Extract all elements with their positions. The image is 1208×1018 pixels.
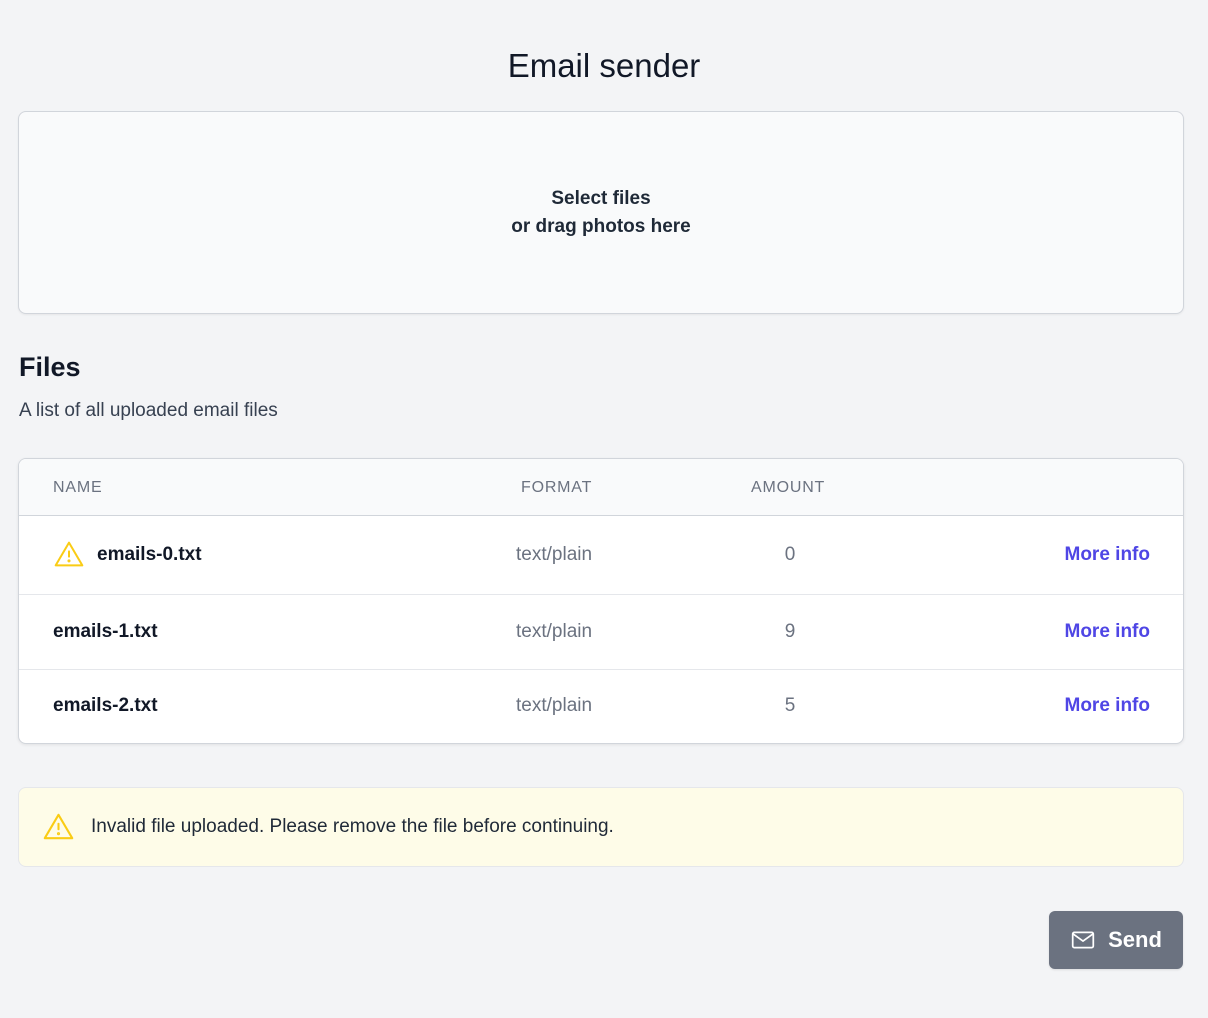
dropzone-select-files-text[interactable]: Select files: [551, 185, 650, 213]
more-info-link[interactable]: More info: [1065, 543, 1151, 567]
envelope-icon: [1070, 927, 1096, 953]
more-info-link[interactable]: More info: [1065, 620, 1151, 644]
send-button-label: Send: [1108, 927, 1162, 952]
file-name: emails-2.txt: [53, 695, 158, 716]
page-title: Email sender: [507, 47, 701, 84]
files-subtitle: A list of all uploaded email files: [19, 400, 278, 421]
alert-message: Invalid file uploaded. Please remove the…: [91, 816, 614, 837]
dropzone-drag-text: or drag photos here: [511, 215, 691, 237]
column-header-amount: AMOUNT: [751, 479, 826, 496]
column-header-format: FORMAT: [521, 479, 593, 496]
file-format: text/plain: [516, 621, 593, 642]
file-amount: 9: [784, 621, 796, 642]
file-amount: 5: [784, 695, 796, 716]
table-row: emails-1.txt text/plain 9 More info: [19, 595, 1183, 670]
file-format: text/plain: [516, 544, 593, 565]
file-format: text/plain: [516, 695, 593, 716]
warning-triangle-icon: [42, 810, 75, 843]
file-amount: 0: [784, 544, 796, 565]
files-table: NAME FORMAT AMOUNT emails-0.txt text/pla…: [18, 458, 1184, 744]
file-name: emails-0.txt: [97, 544, 202, 565]
table-row: emails-2.txt text/plain 5 More info: [19, 670, 1183, 743]
file-dropzone[interactable]: Select files or drag photos here: [18, 111, 1184, 314]
files-heading: Files: [19, 352, 81, 382]
table-row: emails-0.txt text/plain 0 More info: [19, 516, 1183, 595]
page: Email sender Select files or drag photos…: [0, 0, 1208, 1018]
send-button[interactable]: Send: [1049, 911, 1183, 969]
more-info-link[interactable]: More info: [1065, 694, 1151, 718]
warning-alert: Invalid file uploaded. Please remove the…: [18, 787, 1184, 867]
table-header: NAME FORMAT AMOUNT: [19, 459, 1183, 516]
file-name: emails-1.txt: [53, 621, 158, 642]
warning-triangle-icon: [53, 538, 85, 570]
column-header-name: NAME: [53, 479, 103, 496]
